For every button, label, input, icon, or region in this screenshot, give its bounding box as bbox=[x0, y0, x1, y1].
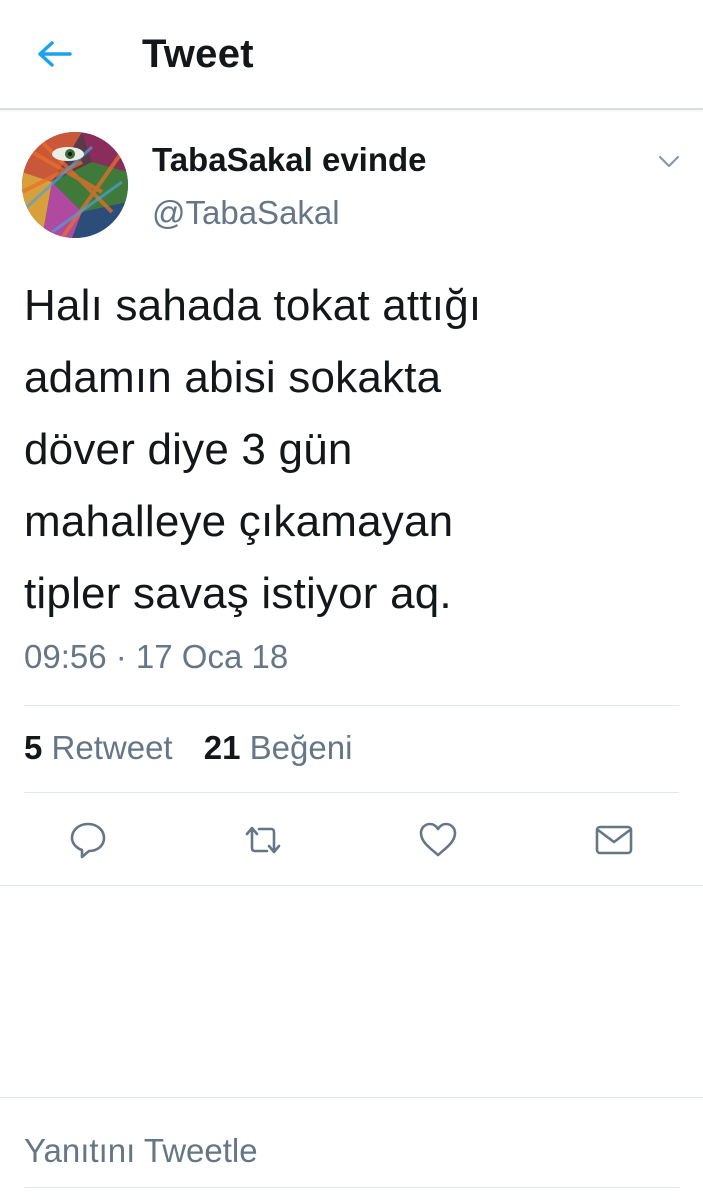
avatar[interactable] bbox=[22, 132, 128, 238]
top-bar: Tweet bbox=[0, 0, 703, 110]
back-button[interactable] bbox=[30, 30, 80, 80]
reply-input[interactable]: Yanıtını Tweetle bbox=[24, 1130, 258, 1172]
tweet-timestamp[interactable]: 09:56 · 17 Oca 18 bbox=[24, 636, 288, 678]
speech-bubble-icon bbox=[70, 822, 106, 859]
divider bbox=[24, 792, 679, 793]
tweet-text-line: Halı sahada tokat attığı bbox=[24, 281, 482, 330]
author-handle[interactable]: @TabaSakal bbox=[152, 193, 340, 233]
heart-icon bbox=[419, 822, 457, 857]
like-count: 21 bbox=[203, 729, 241, 766]
reply-button[interactable] bbox=[66, 818, 110, 862]
tweet-text-line: adamın abisi sokakta bbox=[24, 353, 442, 402]
retweet-button[interactable] bbox=[241, 818, 285, 862]
author-display-name[interactable]: TabaSakal evinde bbox=[152, 140, 427, 180]
divider bbox=[24, 705, 679, 706]
divider bbox=[24, 1187, 679, 1188]
tweet-stats: 5 Retweet 21 Beğeni bbox=[24, 727, 352, 769]
like-label: Beğeni bbox=[249, 729, 353, 766]
retweet-count: 5 bbox=[24, 729, 43, 766]
tweet-menu-button[interactable] bbox=[656, 150, 682, 172]
like-count-link[interactable]: 21 Beğeni bbox=[204, 727, 353, 769]
envelope-icon bbox=[595, 825, 633, 855]
tweet-text-line: döver diye 3 gün bbox=[24, 425, 353, 474]
like-button[interactable] bbox=[416, 818, 460, 862]
tweet-text-line: tipler savaş istiyor aq. bbox=[24, 569, 452, 618]
retweet-count-link[interactable]: 5 Retweet bbox=[24, 727, 173, 769]
tweet-text: Halı sahada tokat attığı adamın abisi so… bbox=[24, 270, 684, 630]
chevron-down-icon bbox=[658, 155, 680, 168]
retweet-icon bbox=[245, 826, 281, 854]
arrow-left-icon bbox=[38, 41, 72, 67]
divider bbox=[0, 1097, 703, 1098]
divider bbox=[0, 885, 703, 886]
page-title: Tweet bbox=[142, 32, 254, 76]
tweet-text-line: mahalleye çıkamayan bbox=[24, 497, 454, 546]
direct-message-button[interactable] bbox=[592, 818, 636, 862]
retweet-label: Retweet bbox=[51, 729, 173, 766]
